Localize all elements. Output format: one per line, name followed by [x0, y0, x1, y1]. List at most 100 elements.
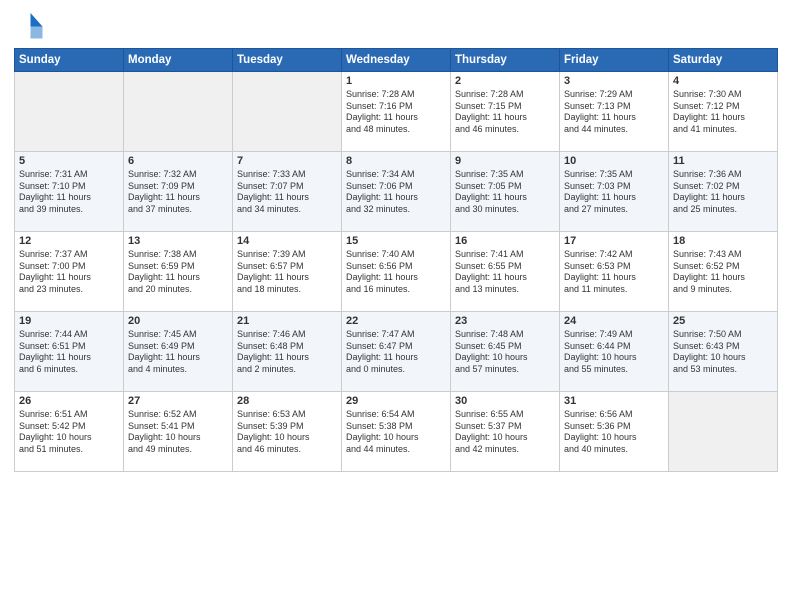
day-info: Sunset: 6:43 PM	[673, 341, 773, 353]
day-info: and 42 minutes.	[455, 444, 555, 456]
calendar-cell-w1d0: 5Sunrise: 7:31 AMSunset: 7:10 PMDaylight…	[15, 152, 124, 232]
day-info: Sunset: 5:36 PM	[564, 421, 664, 433]
day-number: 5	[19, 155, 119, 167]
day-info: Sunrise: 7:32 AM	[128, 169, 228, 181]
day-info: Sunset: 7:09 PM	[128, 181, 228, 193]
day-number: 6	[128, 155, 228, 167]
day-info: Sunrise: 7:28 AM	[455, 89, 555, 101]
calendar-cell-w4d4: 30 Sunrise: 6:55 AMSunset: 5:37 PMDayligh…	[451, 392, 560, 472]
day-number: 20	[128, 315, 228, 327]
day-info: Daylight: 11 hours	[564, 112, 664, 124]
day-info: Daylight: 11 hours	[346, 352, 446, 364]
day-info: Sunset: 6:59 PM	[128, 261, 228, 273]
day-info: Daylight: 10 hours	[564, 352, 664, 364]
calendar-cell-w1d3: 8Sunrise: 7:34 AMSunset: 7:06 PMDaylight…	[342, 152, 451, 232]
day-info: Sunset: 7:13 PM	[564, 101, 664, 113]
calendar-cell-w2d5: 17Sunrise: 7:42 AMSunset: 6:53 PMDayligh…	[560, 232, 669, 312]
calendar-cell-w4d6	[669, 392, 778, 472]
day-number: 26	[19, 395, 119, 407]
day-info: Sunrise: 7:30 AM	[673, 89, 773, 101]
day-info: Sunrise: 7:43 AM	[673, 249, 773, 261]
day-info: and 46 minutes.	[237, 444, 337, 456]
day-info: and 57 minutes.	[455, 364, 555, 376]
week-row-2: 12Sunrise: 7:37 AMSunset: 7:00 PMDayligh…	[15, 232, 778, 312]
day-info: and 55 minutes.	[564, 364, 664, 376]
day-info: Sunrise: 7:34 AM	[346, 169, 446, 181]
day-info: Sunrise: 6:55 AM	[455, 409, 555, 421]
day-info: Sunrise: 7:49 AM	[564, 329, 664, 341]
day-info: and 39 minutes.	[19, 204, 119, 216]
day-info: Sunrise: 6:52 AM	[128, 409, 228, 421]
day-info: and 37 minutes.	[128, 204, 228, 216]
day-info: and 25 minutes.	[673, 204, 773, 216]
day-info: Daylight: 11 hours	[455, 192, 555, 204]
calendar-cell-w3d3: 22Sunrise: 7:47 AMSunset: 6:47 PMDayligh…	[342, 312, 451, 392]
day-number: 27	[128, 395, 228, 407]
day-info: Sunset: 7:02 PM	[673, 181, 773, 193]
day-info: and 53 minutes.	[673, 364, 773, 376]
day-info: Daylight: 10 hours	[564, 432, 664, 444]
day-info: Sunset: 6:57 PM	[237, 261, 337, 273]
day-info: and 32 minutes.	[346, 204, 446, 216]
calendar-cell-w1d4: 9Sunrise: 7:35 AMSunset: 7:05 PMDaylight…	[451, 152, 560, 232]
calendar-cell-w1d1: 6 Sunrise: 7:32 AMSunset: 7:09 PMDaylight…	[124, 152, 233, 232]
calendar-cell-w3d0: 19Sunrise: 7:44 AMSunset: 6:51 PMDayligh…	[15, 312, 124, 392]
calendar-header-row: SundayMondayTuesdayWednesdayThursdayFrid…	[15, 49, 778, 72]
day-info: Daylight: 11 hours	[128, 192, 228, 204]
day-info: Daylight: 11 hours	[128, 272, 228, 284]
day-number: 15	[346, 235, 446, 247]
day-number: 21	[237, 315, 337, 327]
day-info: Sunset: 5:42 PM	[19, 421, 119, 433]
day-info: and 23 minutes.	[19, 284, 119, 296]
calendar-cell-w4d0: 26Sunrise: 6:51 AMSunset: 5:42 PMDayligh…	[15, 392, 124, 472]
day-info: and 51 minutes.	[19, 444, 119, 456]
day-info: Sunset: 6:51 PM	[19, 341, 119, 353]
day-info: Daylight: 11 hours	[455, 112, 555, 124]
day-info: Daylight: 11 hours	[673, 272, 773, 284]
day-number: 30	[455, 395, 555, 407]
day-info: Daylight: 11 hours	[673, 192, 773, 204]
day-number: 13	[128, 235, 228, 247]
day-number: 31	[564, 395, 664, 407]
day-info: Sunrise: 7:46 AM	[237, 329, 337, 341]
day-info: Daylight: 11 hours	[128, 352, 228, 364]
day-info: Sunrise: 7:38 AM	[128, 249, 228, 261]
day-info: Daylight: 11 hours	[564, 272, 664, 284]
day-info: Sunset: 7:06 PM	[346, 181, 446, 193]
day-number: 4	[673, 75, 773, 87]
day-info: Daylight: 11 hours	[19, 352, 119, 364]
day-info: Daylight: 11 hours	[346, 112, 446, 124]
day-info: and 16 minutes.	[346, 284, 446, 296]
day-info: Sunset: 7:10 PM	[19, 181, 119, 193]
day-info: Sunrise: 7:35 AM	[455, 169, 555, 181]
calendar-cell-w2d4: 16Sunrise: 7:41 AMSunset: 6:55 PMDayligh…	[451, 232, 560, 312]
calendar-cell-w4d5: 31 Sunrise: 6:56 AMSunset: 5:36 PMDayligh…	[560, 392, 669, 472]
day-info: Sunset: 5:37 PM	[455, 421, 555, 433]
calendar-cell-w3d6: 25Sunrise: 7:50 AMSunset: 6:43 PMDayligh…	[669, 312, 778, 392]
day-number: 3	[564, 75, 664, 87]
day-info: Sunset: 6:45 PM	[455, 341, 555, 353]
day-info: Sunset: 6:47 PM	[346, 341, 446, 353]
day-info: and 9 minutes.	[673, 284, 773, 296]
day-info: and 20 minutes.	[128, 284, 228, 296]
week-row-3: 19Sunrise: 7:44 AMSunset: 6:51 PMDayligh…	[15, 312, 778, 392]
day-info: Sunrise: 7:39 AM	[237, 249, 337, 261]
day-info: Sunset: 7:03 PM	[564, 181, 664, 193]
calendar-table: SundayMondayTuesdayWednesdayThursdayFrid…	[14, 48, 778, 472]
weekday-header-thursday: Thursday	[451, 49, 560, 72]
day-info: Sunset: 5:41 PM	[128, 421, 228, 433]
day-info: Sunset: 6:49 PM	[128, 341, 228, 353]
day-info: Sunrise: 7:50 AM	[673, 329, 773, 341]
calendar-cell-w2d6: 18Sunrise: 7:43 AMSunset: 6:52 PMDayligh…	[669, 232, 778, 312]
day-info: Sunrise: 6:56 AM	[564, 409, 664, 421]
day-number: 1	[346, 75, 446, 87]
calendar-cell-w0d5: 3Sunrise: 7:29 AMSunset: 7:13 PMDaylight…	[560, 72, 669, 152]
day-info: Sunrise: 7:48 AM	[455, 329, 555, 341]
day-info: Sunset: 6:52 PM	[673, 261, 773, 273]
logo	[14, 10, 48, 40]
logo-icon	[14, 10, 44, 40]
day-number: 10	[564, 155, 664, 167]
day-number: 8	[346, 155, 446, 167]
day-info: Daylight: 10 hours	[455, 432, 555, 444]
calendar-cell-w2d3: 15Sunrise: 7:40 AMSunset: 6:56 PMDayligh…	[342, 232, 451, 312]
